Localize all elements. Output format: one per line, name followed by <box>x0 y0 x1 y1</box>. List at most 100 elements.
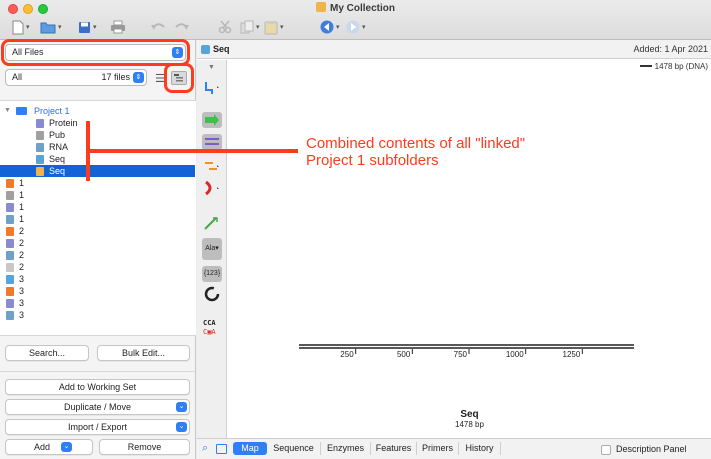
tree-row-label: Seq <box>49 166 66 176</box>
align-tool[interactable] <box>202 158 222 174</box>
save-button[interactable]: ▾ <box>78 18 97 36</box>
save-icon <box>79 21 90 33</box>
translate-tool[interactable] <box>202 134 222 150</box>
svg-text:C▣A: C▣A <box>203 328 216 336</box>
back-button[interactable]: ▾ <box>320 18 340 36</box>
ala-label-icon: Ala▾ <box>205 245 219 252</box>
paste-button[interactable]: ▾ <box>264 18 284 36</box>
seq-icon <box>36 155 44 164</box>
tree-file-row[interactable]: Pub <box>0 129 195 141</box>
disclosure-triangle-icon[interactable]: ▼ <box>4 105 11 117</box>
tree-row-label: 2 <box>19 262 25 272</box>
undo-button[interactable] <box>150 18 166 36</box>
paste-icon <box>264 20 278 34</box>
tree-file-row[interactable]: 2 <box>0 225 195 237</box>
add-to-working-set-button[interactable]: Add to Working Set <box>5 379 190 395</box>
tree-row-label: Pub <box>49 130 66 140</box>
orf-tool[interactable] <box>202 112 222 128</box>
remove-button[interactable]: Remove <box>99 439 190 455</box>
redo-button[interactable] <box>174 18 190 36</box>
protein-icon <box>6 299 14 308</box>
document-header: Seq Added: 1 Apr 2021 <box>197 40 711 59</box>
bulk-edit-button[interactable]: Bulk Edit... <box>97 345 190 361</box>
search-button[interactable]: Search... <box>5 345 89 361</box>
translation-tool[interactable]: Ala▾ <box>202 238 222 260</box>
add-button[interactable]: Add ⌄ <box>5 439 93 455</box>
forward-button[interactable]: ▾ <box>346 18 366 36</box>
tab-primers[interactable]: Primers <box>417 442 459 455</box>
tree-folder-row[interactable]: ▼ Project 1 <box>0 105 195 117</box>
tree-row-label: Seq <box>49 154 66 164</box>
title-bar: My Collection ▾ ▾ ▾ ▾ ▾ ▾ ▾ <box>0 0 711 40</box>
new-document-button[interactable]: ▾ <box>12 18 30 36</box>
tree-file-row[interactable]: 3 <box>0 297 195 309</box>
restriction-sites-tool[interactable] <box>202 80 222 96</box>
tree-row-label: 3 <box>19 310 25 320</box>
protein-icon <box>6 239 14 248</box>
tab-history[interactable]: History <box>459 442 501 455</box>
chevron-down-icon: ⌄ <box>176 402 187 412</box>
orf-arrow-icon <box>205 114 219 126</box>
map-tool-strip: ▼ Ala▾ {123} CCA C▣A <box>197 60 227 438</box>
chevron-down-icon: ⌄ <box>176 422 187 432</box>
cut-icon <box>218 20 232 34</box>
copy-icon <box>240 20 254 34</box>
file-count: 17 files <box>101 72 130 82</box>
copy-button[interactable]: ▾ <box>240 18 260 36</box>
tree-row-label: RNA <box>49 142 69 152</box>
chevron-down-icon: ⌄ <box>61 442 72 452</box>
zoom-icon[interactable]: ⌕ <box>202 442 208 455</box>
pub-icon <box>36 131 44 140</box>
ruler-tick-label: 500 <box>397 350 411 359</box>
sequence-map[interactable]: 250 500 750 1000 1250 Seq 1478 bp <box>228 70 711 438</box>
tab-map[interactable]: Map <box>233 442 267 455</box>
ruler-ticks: 250 500 750 1000 1250 <box>340 349 583 359</box>
tree-row-label: 1 <box>19 190 25 200</box>
undo-icon <box>151 23 165 30</box>
tree-file-row[interactable]: RNA <box>0 141 195 153</box>
tree-file-row[interactable]: 1 <box>0 201 195 213</box>
split-view-icon[interactable] <box>216 444 227 454</box>
circular-tool[interactable] <box>202 286 222 302</box>
sequence-tool[interactable]: CCA C▣A <box>202 318 222 336</box>
numbers-tool[interactable]: {123} <box>202 266 222 282</box>
file-type-filter-value: All <box>12 72 23 82</box>
tab-sequence[interactable]: Sequence <box>267 442 321 455</box>
tree-file-row[interactable]: 3 <box>0 309 195 321</box>
annotation-callout: Combined contents of all "linked" Projec… <box>306 135 606 169</box>
file-type-filter-select[interactable]: All 17 files ⇕ <box>5 69 147 86</box>
primer-tool[interactable] <box>202 215 222 231</box>
tree-file-row[interactable]: Protein <box>0 117 195 129</box>
import-export-button[interactable]: Import / Export ⌄ <box>5 419 190 435</box>
tree-file-row[interactable]: Seq <box>0 165 195 177</box>
tree-file-row[interactable]: 2 <box>0 249 195 261</box>
seq-doc-icon <box>6 179 14 188</box>
dna-sequence-icon <box>201 45 210 54</box>
protein-icon <box>36 119 44 128</box>
description-panel-checkbox[interactable] <box>601 445 611 455</box>
add-label: Add <box>33 442 50 452</box>
import-label: Import / Export <box>67 422 128 432</box>
print-button[interactable] <box>110 18 126 36</box>
tree-file-row[interactable]: 2 <box>0 261 195 273</box>
open-button[interactable]: ▾ <box>40 18 62 36</box>
tab-enzymes[interactable]: Enzymes <box>321 442 371 455</box>
forward-icon <box>346 20 360 34</box>
tab-features[interactable]: Features <box>371 442 417 455</box>
tree-file-row[interactable]: 3 <box>0 273 195 285</box>
tree-file-row[interactable]: Seq <box>0 153 195 165</box>
mutation-tool[interactable] <box>202 180 222 196</box>
svg-text:CCA: CCA <box>203 319 216 327</box>
description-panel-label: Description Panel <box>616 444 687 454</box>
duplicate-move-button[interactable]: Duplicate / Move ⌄ <box>5 399 190 415</box>
tree-file-row[interactable]: 2 <box>0 237 195 249</box>
tree-file-row[interactable]: 1 <box>0 189 195 201</box>
tree-file-row[interactable]: 1 <box>0 177 195 189</box>
tree-file-row[interactable]: 1 <box>0 213 195 225</box>
window-title-text: My Collection <box>329 3 395 14</box>
cut-button[interactable] <box>218 18 232 36</box>
duplicate-label: Duplicate / Move <box>63 402 132 412</box>
new-document-icon <box>12 20 24 34</box>
collapse-tools-icon[interactable]: ▼ <box>208 64 215 71</box>
tree-file-row[interactable]: 3 <box>0 285 195 297</box>
